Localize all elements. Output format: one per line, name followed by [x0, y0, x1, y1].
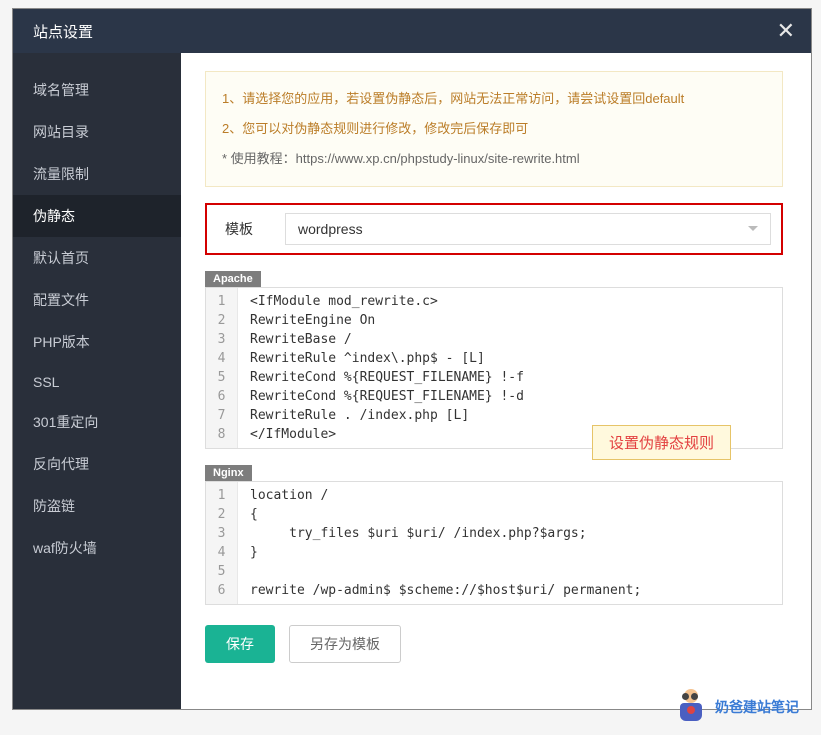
sidebar-item-waf[interactable]: waf防火墙 [13, 527, 181, 569]
template-label: 模板 [217, 219, 285, 239]
template-selected-value: wordpress [298, 221, 363, 237]
site-settings-modal: 站点设置 ✕ 域名管理 网站目录 流量限制 伪静态 默认首页 配置文件 PHP版… [12, 8, 812, 710]
nginx-label: Nginx [205, 465, 252, 481]
sidebar-item-hotlink[interactable]: 防盗链 [13, 485, 181, 527]
watermark: 奶爸建站笔记 [673, 687, 799, 727]
apache-label: Apache [205, 271, 261, 287]
sidebar-item-directory[interactable]: 网站目录 [13, 111, 181, 153]
nginx-editor[interactable]: 123456 location / { try_files $uri $uri/… [205, 481, 783, 605]
nginx-code[interactable]: location / { try_files $uri $uri/ /index… [238, 482, 653, 604]
main-content: 1、请选择您的应用，若设置伪静态后，网站无法正常访问，请尝试设置回default… [181, 53, 811, 709]
sidebar-item-301[interactable]: 301重定向 [13, 401, 181, 443]
nginx-section: Nginx 123456 location / { try_files $uri… [205, 463, 783, 605]
template-row: 模板 wordpress [205, 203, 783, 255]
button-row: 保存 另存为模板 [205, 625, 783, 663]
sidebar-item-ssl[interactable]: SSL [13, 363, 181, 401]
sidebar: 域名管理 网站目录 流量限制 伪静态 默认首页 配置文件 PHP版本 SSL 3… [13, 53, 181, 709]
nginx-gutter: 123456 [206, 482, 238, 604]
sidebar-item-proxy[interactable]: 反向代理 [13, 443, 181, 485]
modal-header: 站点设置 ✕ [13, 9, 811, 53]
info-line-3: * 使用教程：https://www.xp.cn/phpstudy-linux/… [222, 144, 766, 174]
info-line-1: 1、请选择您的应用，若设置伪静态后，网站无法正常访问，请尝试设置回default [222, 84, 766, 114]
sidebar-item-config[interactable]: 配置文件 [13, 279, 181, 321]
save-button[interactable]: 保存 [205, 625, 275, 663]
info-box: 1、请选择您的应用，若设置伪静态后，网站无法正常访问，请尝试设置回default… [205, 71, 783, 187]
watermark-avatar-icon [673, 687, 709, 727]
apache-section: Apache 12345678 <IfModule mod_rewrite.c>… [205, 269, 783, 449]
template-select[interactable]: wordpress [285, 213, 771, 245]
sidebar-item-php[interactable]: PHP版本 [13, 321, 181, 363]
close-icon[interactable]: ✕ [777, 20, 795, 42]
sidebar-item-traffic[interactable]: 流量限制 [13, 153, 181, 195]
sidebar-item-domain[interactable]: 域名管理 [13, 69, 181, 111]
info-line-2: 2、您可以对伪静态规则进行修改，修改完后保存即可 [222, 114, 766, 144]
save-as-template-button[interactable]: 另存为模板 [289, 625, 401, 663]
sidebar-item-rewrite[interactable]: 伪静态 [13, 195, 181, 237]
apache-code[interactable]: <IfModule mod_rewrite.c> RewriteEngine O… [238, 288, 536, 448]
sidebar-item-default-page[interactable]: 默认首页 [13, 237, 181, 279]
annotation-label: 设置伪静态规则 [592, 425, 731, 460]
tutorial-link[interactable]: https://www.xp.cn/phpstudy-linux/site-re… [296, 151, 580, 166]
chevron-down-icon [748, 226, 758, 231]
watermark-text: 奶爸建站笔记 [715, 697, 799, 717]
modal-title: 站点设置 [33, 21, 93, 42]
apache-gutter: 12345678 [206, 288, 238, 448]
